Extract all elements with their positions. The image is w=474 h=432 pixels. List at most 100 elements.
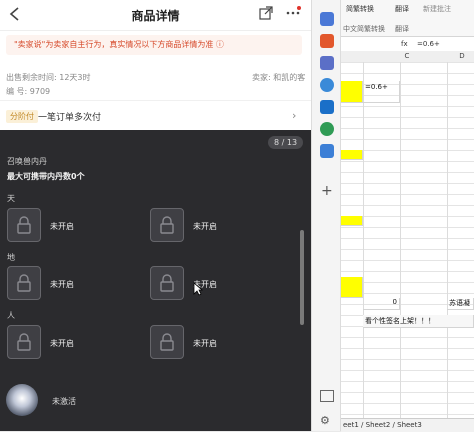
grid-line	[341, 73, 474, 74]
ribbon-group-label: 翻译	[395, 25, 409, 33]
formula-bar[interactable]: fx =0.6+	[341, 37, 474, 52]
chevron-left-icon	[9, 7, 19, 21]
grid-line	[341, 227, 474, 228]
outlook-icon[interactable]	[320, 100, 334, 114]
lock-icon	[7, 208, 41, 242]
convert-button[interactable]: 简繁转换	[346, 4, 374, 14]
tag-icon[interactable]	[320, 12, 334, 26]
installment-row[interactable]: 分阶付 一笔订单多次付 ›	[0, 100, 311, 131]
people-icon[interactable]	[320, 56, 334, 70]
grid-line	[341, 172, 474, 173]
grid-line	[341, 359, 474, 360]
phone-panel: 商品详情 "卖家说"为卖家自主行为，真实情况以下方商品详情为准 ⓘ 出售剩余时间…	[0, 0, 311, 431]
sheet-tabs[interactable]: eet1 / Sheet2 / Sheet3	[341, 418, 474, 432]
cell[interactable]	[341, 81, 363, 103]
sheet-grid[interactable]: =0.6+ 0 苏语凝 看个性签名上架！！！	[341, 62, 474, 418]
grid-line	[341, 348, 474, 349]
chevron-right-icon: ›	[292, 109, 297, 122]
section-tian: 天	[7, 194, 15, 203]
mouse-cursor-icon	[193, 282, 204, 299]
grid-line	[341, 183, 474, 184]
page-counter: 8 / 13	[268, 136, 304, 149]
item-number: 编 号: 9709	[6, 87, 51, 96]
lock-icon	[150, 208, 184, 242]
core-avatar	[6, 384, 38, 416]
grid-line	[341, 117, 474, 118]
slot-status: 未开启	[50, 339, 74, 348]
seller-name: 卖家: 和凯的客	[252, 73, 306, 82]
screen-icon[interactable]	[320, 390, 334, 402]
cell[interactable]	[341, 284, 363, 298]
cell[interactable]	[341, 150, 363, 160]
gear-icon[interactable]: ⚙	[320, 414, 330, 427]
lock-icon	[150, 325, 184, 359]
grid-line	[341, 403, 474, 404]
seller-notice: "卖家说"为卖家自主行为，真实情况以下方商品详情为准 ⓘ	[6, 35, 302, 55]
formula-input[interactable]: =0.6+	[417, 40, 440, 48]
core-status: 未激活	[52, 397, 76, 406]
cell-formula: =0.6+	[365, 83, 388, 91]
grid-line	[341, 260, 474, 261]
slot-status: 未开启	[50, 280, 74, 289]
tree-icon[interactable]	[320, 122, 334, 136]
new-comment-button[interactable]: 新建批注	[423, 4, 451, 14]
send-icon[interactable]	[320, 144, 334, 158]
ribbon: 简繁转换 翻译 新建批注 中文简繁转换 翻译	[341, 0, 474, 37]
slot-status: 未开启	[50, 222, 74, 231]
column-c[interactable]: C	[396, 51, 418, 62]
grid-line	[341, 62, 474, 63]
cell-zero: 0	[392, 298, 397, 306]
grid-line	[341, 249, 474, 250]
lock-icon	[7, 266, 41, 300]
grid-line	[341, 392, 474, 393]
grid-line	[447, 62, 448, 418]
grid-line	[341, 238, 474, 239]
ribbon-group-label: 中文简繁转换	[343, 25, 385, 33]
grid-line	[341, 128, 474, 129]
grid-line	[341, 337, 474, 338]
grid-line	[341, 370, 474, 371]
grid-line	[341, 161, 474, 162]
slot-status: 未开启	[193, 339, 217, 348]
back-button[interactable]	[6, 5, 24, 23]
grid-line	[341, 414, 474, 415]
more-button[interactable]	[285, 5, 301, 21]
cell[interactable]: 看个性签名上架！！！	[363, 315, 474, 328]
lock-icon	[7, 325, 41, 359]
formula-fx-icon: fx	[401, 40, 408, 48]
add-icon[interactable]: +	[321, 183, 333, 199]
app-sidebar: + ⚙	[311, 0, 341, 431]
grid-line	[363, 62, 364, 418]
cell[interactable]: 苏语凝	[447, 298, 474, 310]
grid-line	[341, 381, 474, 382]
summon-title: 召唤兽内丹	[7, 157, 47, 166]
share-button[interactable]	[258, 5, 274, 21]
cell[interactable]: =0.6+	[363, 81, 400, 103]
cell-note: 看个性签名上架！！！	[365, 317, 435, 325]
more-dots-icon	[286, 6, 301, 15]
installment-tag: 分阶付	[6, 110, 38, 123]
section-ren: 人	[7, 311, 15, 320]
grid-line	[400, 62, 401, 418]
sheet-tab-list[interactable]: eet1 / Sheet2 / Sheet3	[343, 421, 422, 429]
grid-line	[341, 205, 474, 206]
grid-line	[341, 139, 474, 140]
grid-line	[341, 194, 474, 195]
copilot-icon[interactable]	[320, 78, 334, 92]
installment-text: 一笔订单多次付	[38, 113, 102, 123]
scrollbar[interactable]	[300, 230, 304, 325]
top-bar: 商品详情	[0, 0, 311, 31]
summon-desc: 最大可携带内丹数0个	[7, 172, 85, 181]
cell[interactable]	[341, 216, 363, 226]
cell-su: 苏语凝	[449, 299, 470, 307]
translate-button[interactable]: 翻译	[395, 4, 409, 14]
lock-icon	[150, 266, 184, 300]
toolbox-icon[interactable]	[320, 34, 334, 48]
cell[interactable]: 0	[363, 298, 400, 310]
column-d[interactable]: D	[452, 51, 472, 62]
slot-status: 未开启	[193, 222, 217, 231]
grid-line	[341, 106, 474, 107]
grid-line	[341, 271, 474, 272]
section-di: 地	[7, 253, 15, 262]
sale-remaining-time: 出售剩余时间: 12天3时	[6, 73, 91, 82]
